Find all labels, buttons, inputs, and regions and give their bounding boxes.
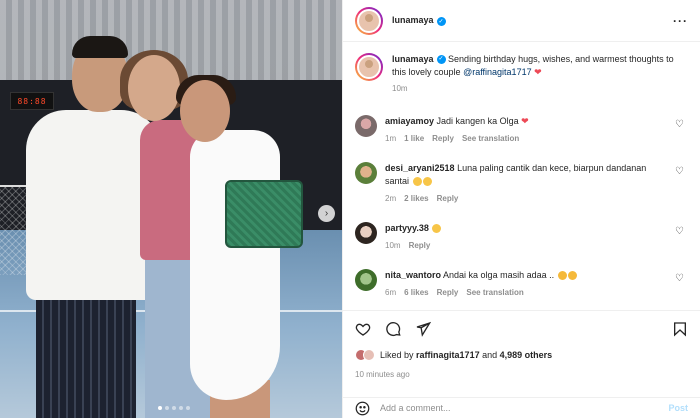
carousel-dot — [158, 406, 162, 410]
reply-button[interactable]: Reply — [437, 286, 459, 299]
person-3-dress — [190, 130, 280, 400]
heart-eyes-emoji-icon — [422, 177, 432, 187]
sad-emoji-icon — [557, 271, 567, 281]
liked-by-prefix: Liked by — [380, 350, 414, 360]
comment-avatar[interactable] — [355, 269, 377, 291]
comment-time: 1m — [385, 134, 397, 143]
comment-item: amiayamoy Jadi kangen ka Olga ❤ 1m 1 lik… — [355, 115, 690, 145]
see-translation-button[interactable]: See translation — [466, 286, 523, 299]
comment-time: 6m — [385, 288, 397, 297]
person-1-pants — [36, 290, 136, 418]
comment-like-heart-icon[interactable]: ♡ — [675, 273, 684, 284]
post-caption: lunamaya ✓ Sending birthday hugs, wishes,… — [343, 42, 700, 104]
reply-button[interactable]: Reply — [432, 132, 454, 145]
heart-emoji-icon: ❤ — [534, 67, 542, 77]
add-comment-input[interactable] — [380, 403, 650, 413]
verified-badge-icon: ✓ — [436, 55, 446, 65]
author-avatar[interactable] — [355, 6, 383, 35]
comment-body: desi_aryani2518 Luna paling cantik dan k… — [385, 162, 665, 205]
person-2-head — [128, 55, 180, 121]
carousel-dots — [158, 406, 190, 410]
comment-meta: 6m 6 likes Reply See translation — [385, 286, 665, 299]
carousel-dot — [179, 406, 183, 410]
comment-likes[interactable]: 2 likes — [404, 192, 428, 205]
person-3-head — [180, 80, 230, 142]
comment-username[interactable]: nita_wantoro — [385, 270, 441, 280]
sad-emoji-icon — [567, 271, 577, 281]
comment-username[interactable]: amiayamoy — [385, 116, 434, 126]
comment-item: desi_aryani2518 Luna paling cantik dan k… — [355, 162, 690, 205]
emoji-picker-icon[interactable] — [355, 401, 370, 416]
comment-meta: 1m 1 like Reply See translation — [385, 132, 665, 145]
comment-avatar[interactable] — [355, 222, 377, 244]
caption-time: 10m — [392, 84, 408, 93]
author-username[interactable]: lunamaya — [392, 15, 434, 25]
comment-avatar[interactable] — [355, 162, 377, 184]
see-translation-button[interactable]: See translation — [462, 132, 519, 145]
comment-body: amiayamoy Jadi kangen ka Olga ❤ 1m 1 lik… — [385, 115, 665, 145]
author-username-wrap: lunamaya ✓ — [392, 15, 446, 26]
comment-meta: 2m 2 likes Reply — [385, 192, 665, 205]
comment-like-heart-icon[interactable]: ♡ — [675, 226, 684, 237]
photo-scoreboard: 88:88 — [10, 92, 54, 110]
caption-username[interactable]: lunamaya — [392, 54, 434, 64]
comment-likes[interactable]: 1 like — [404, 132, 424, 145]
carousel-dot — [165, 406, 169, 410]
like-heart-icon[interactable] — [355, 321, 371, 337]
post-comment-button[interactable]: Post — [668, 403, 688, 413]
comment-body: nita_wantoro Andai ka olga masih adaa ..… — [385, 269, 665, 299]
comment-likes[interactable]: 6 likes — [404, 286, 428, 299]
carousel-dot — [186, 406, 190, 410]
save-bookmark-icon[interactable] — [672, 321, 688, 337]
caption-mention[interactable]: @raffinagita1717 — [463, 67, 532, 77]
post-side-panel: lunamaya ✓ ··· lunamaya ✓ Sending birthday… — [342, 0, 700, 418]
post-photo[interactable]: 88:88 › — [0, 0, 342, 418]
comment-username[interactable]: desi_aryani2518 — [385, 163, 455, 173]
reply-button[interactable]: Reply — [409, 239, 431, 252]
comment-time: 10m — [385, 241, 401, 250]
share-paper-plane-icon[interactable] — [415, 321, 431, 337]
more-options-icon[interactable]: ··· — [673, 14, 688, 28]
heart-eyes-emoji-icon — [412, 177, 422, 187]
reply-button[interactable]: Reply — [437, 192, 459, 205]
add-comment-bar: Post — [343, 397, 700, 418]
carousel-dot — [172, 406, 176, 410]
comment-item: nita_wantoro Andai ka olga masih adaa ..… — [355, 269, 690, 299]
comment-avatar[interactable] — [355, 115, 377, 137]
comment-item: partyyy.38 10m Reply ♡ — [355, 222, 690, 252]
comment-time: 2m — [385, 194, 397, 203]
comment-bubble-icon[interactable] — [385, 321, 401, 337]
person-1-hair — [72, 36, 128, 58]
verified-badge-icon: ✓ — [436, 16, 446, 26]
liked-by-others[interactable]: 4,989 others — [500, 350, 553, 360]
caption-body: lunamaya ✓ Sending birthday hugs, wishes,… — [392, 53, 688, 104]
person-3-bag — [225, 180, 303, 248]
comment-like-heart-icon[interactable]: ♡ — [675, 166, 684, 177]
heart-emoji-icon: ❤ — [521, 116, 529, 126]
comment-text: Andai ka olga masih adaa .. — [443, 270, 555, 280]
post-timestamp: 10 minutes ago — [355, 370, 410, 379]
comment-body: partyyy.38 10m Reply — [385, 222, 665, 252]
comment-meta: 10m Reply — [385, 239, 665, 252]
caption-text: Sending birthday hugs, wishes, and warme… — [392, 54, 674, 77]
likes-summary: Liked by raffinagita1717 and 4,989 other… — [355, 349, 552, 361]
liked-by-and: and — [482, 350, 498, 360]
heart-eyes-emoji-icon — [432, 224, 442, 234]
comment-text: Jadi kangen ka Olga — [436, 116, 519, 126]
liked-by-user[interactable]: raffinagita1717 — [416, 350, 480, 360]
comment-username[interactable]: partyyy.38 — [385, 223, 429, 233]
instagram-post-view: 88:88 › lunamaya ✓ ··· lunamaya ✓ Sendin… — [0, 0, 700, 418]
next-photo-button[interactable]: › — [318, 205, 335, 222]
post-header: lunamaya ✓ ··· — [343, 0, 700, 42]
caption-avatar[interactable] — [355, 53, 383, 81]
liker-avatar — [363, 349, 375, 361]
comment-like-heart-icon[interactable]: ♡ — [675, 119, 684, 130]
chevron-right-icon: › — [324, 208, 329, 219]
post-actions-bar — [343, 310, 700, 346]
